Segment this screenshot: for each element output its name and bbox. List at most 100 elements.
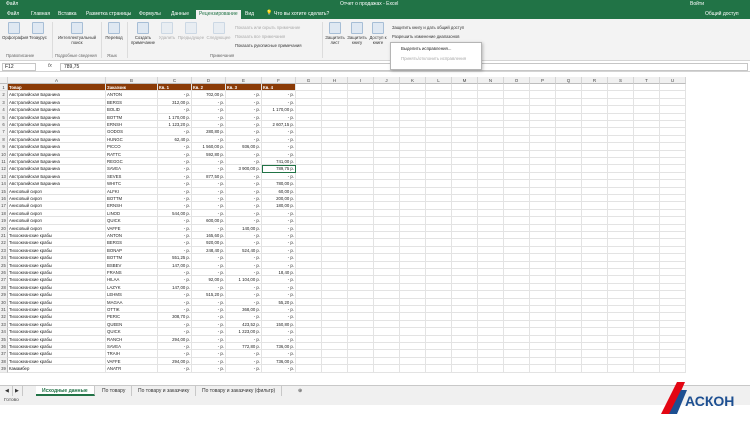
empty-cell[interactable] [504, 261, 530, 269]
empty-cell[interactable] [478, 121, 504, 129]
empty-cell[interactable] [322, 320, 348, 329]
empty-cell[interactable] [608, 98, 634, 107]
empty-cell[interactable] [582, 158, 608, 166]
empty-cell[interactable] [296, 106, 322, 114]
table-cell[interactable]: - р. [226, 195, 262, 203]
empty-cell[interactable] [452, 158, 478, 166]
empty-cell[interactable] [348, 202, 374, 210]
empty-cell[interactable] [348, 239, 374, 247]
table-cell[interactable]: OTTIK [106, 306, 158, 314]
share-button[interactable]: Общий доступ [705, 11, 739, 17]
empty-cell[interactable] [400, 328, 426, 336]
empty-cell[interactable] [608, 283, 634, 292]
empty-cell[interactable] [582, 365, 608, 373]
empty-cell[interactable] [452, 320, 478, 329]
empty-cell[interactable] [374, 357, 400, 366]
table-header-cell[interactable]: Кв. 3 [226, 84, 262, 92]
empty-cell[interactable] [608, 209, 634, 218]
table-cell[interactable]: 200,00 р. [262, 195, 296, 203]
new-comment-button[interactable]: Создать примечание [129, 22, 157, 45]
row-header[interactable]: 26 [0, 269, 8, 277]
name-box[interactable]: F12 [2, 63, 36, 71]
empty-cell[interactable] [530, 209, 556, 218]
empty-cell[interactable] [348, 91, 374, 99]
empty-cell[interactable] [660, 328, 686, 336]
empty-cell[interactable] [504, 187, 530, 195]
empty-cell[interactable] [608, 150, 634, 158]
table-cell[interactable]: - р. [226, 172, 262, 181]
empty-cell[interactable] [296, 343, 322, 351]
empty-cell[interactable] [348, 328, 374, 336]
empty-cell[interactable] [374, 84, 400, 92]
table-header-cell[interactable]: Кв. 2 [192, 84, 226, 92]
row-header[interactable]: 20 [0, 224, 8, 232]
table-cell[interactable]: 147,00 р. [158, 283, 192, 292]
table-cell[interactable]: - р. [262, 365, 296, 373]
empty-cell[interactable] [660, 283, 686, 292]
empty-cell[interactable] [296, 232, 322, 240]
table-cell[interactable]: - р. [158, 306, 192, 314]
table-cell[interactable]: - р. [192, 202, 226, 210]
empty-cell[interactable] [374, 217, 400, 225]
empty-cell[interactable] [426, 335, 452, 343]
empty-cell[interactable] [400, 313, 426, 321]
table-cell[interactable]: Анисовый сироп [8, 209, 106, 218]
empty-cell[interactable] [374, 98, 400, 107]
empty-cell[interactable] [478, 283, 504, 292]
table-cell[interactable]: FRANS [106, 269, 158, 277]
empty-cell[interactable] [660, 350, 686, 358]
empty-cell[interactable] [608, 143, 634, 151]
table-cell[interactable]: - р. [226, 150, 262, 158]
table-cell[interactable]: - р. [158, 150, 192, 158]
previous-comment-button[interactable]: Предыдущее [177, 22, 205, 40]
empty-cell[interactable] [348, 283, 374, 292]
table-cell[interactable]: Тихоокеанские крабы [8, 357, 106, 366]
empty-cell[interactable] [296, 246, 322, 255]
empty-cell[interactable] [296, 283, 322, 292]
table-cell[interactable]: - р. [192, 298, 226, 306]
empty-cell[interactable] [582, 254, 608, 262]
empty-cell[interactable] [530, 357, 556, 366]
empty-cell[interactable] [582, 328, 608, 336]
table-cell[interactable]: 600,00 р. [192, 217, 226, 225]
row-header[interactable]: 33 [0, 320, 8, 329]
table-cell[interactable]: 180,00 р. [262, 202, 296, 210]
empty-cell[interactable] [400, 84, 426, 92]
empty-cell[interactable] [608, 350, 634, 358]
empty-cell[interactable] [530, 298, 556, 306]
empty-cell[interactable] [634, 328, 660, 336]
empty-cell[interactable] [374, 135, 400, 144]
empty-cell[interactable] [400, 239, 426, 247]
empty-cell[interactable] [504, 158, 530, 166]
empty-cell[interactable] [504, 276, 530, 284]
empty-cell[interactable] [504, 135, 530, 144]
empty-cell[interactable] [660, 276, 686, 284]
empty-cell[interactable] [530, 291, 556, 299]
empty-cell[interactable] [634, 343, 660, 351]
empty-cell[interactable] [452, 357, 478, 366]
empty-cell[interactable] [348, 306, 374, 314]
tab-page-layout[interactable]: Разметка страницы [83, 10, 134, 19]
empty-cell[interactable] [608, 313, 634, 321]
empty-cell[interactable] [504, 365, 530, 373]
empty-cell[interactable] [322, 143, 348, 151]
empty-cell[interactable] [634, 313, 660, 321]
table-cell[interactable]: - р. [262, 313, 296, 321]
empty-cell[interactable] [478, 106, 504, 114]
column-header[interactable]: J [374, 77, 400, 84]
table-cell[interactable]: ANTON [106, 91, 158, 99]
empty-cell[interactable] [582, 224, 608, 232]
empty-cell[interactable] [426, 113, 452, 121]
table-cell[interactable]: - р. [158, 143, 192, 151]
table-cell[interactable]: 147,00 р. [158, 261, 192, 269]
empty-cell[interactable] [634, 239, 660, 247]
table-cell[interactable]: ANATR [106, 365, 158, 373]
empty-cell[interactable] [452, 232, 478, 240]
empty-cell[interactable] [660, 150, 686, 158]
table-cell[interactable]: - р. [192, 328, 226, 336]
table-cell[interactable]: Анисовый сироп [8, 224, 106, 232]
empty-cell[interactable] [634, 121, 660, 129]
empty-cell[interactable] [322, 195, 348, 203]
empty-cell[interactable] [660, 121, 686, 129]
empty-cell[interactable] [374, 365, 400, 373]
